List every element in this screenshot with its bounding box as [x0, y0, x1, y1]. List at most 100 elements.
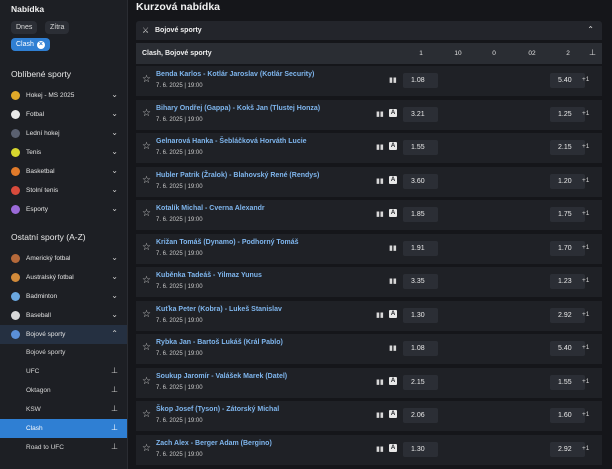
sidebar-subitem[interactable]: Oktagon ⊥ — [0, 381, 127, 400]
match-row[interactable]: ☆ Soukup Jaromír - Valášek Marek (Datel)… — [136, 367, 602, 398]
chevron-down-icon[interactable]: ⌄ — [111, 291, 118, 300]
match-name[interactable]: Bihary Ondřej (Gappa) - Kokš Jan (Tluste… — [156, 105, 320, 112]
match-name[interactable]: Kuběnka Tadeáš - Yilmaz Yunus — [156, 272, 262, 279]
star-icon[interactable]: ☆ — [142, 309, 151, 320]
stats-icon[interactable]: ▮▮ — [376, 378, 384, 386]
odds-home-button[interactable]: 1.55 — [403, 140, 438, 155]
stats-icon[interactable]: ▮▮ — [376, 445, 384, 453]
match-row[interactable]: ☆ Kuběnka Tadeáš - Yilmaz Yunus 7. 6. 20… — [136, 267, 602, 297]
chip-filter-clash[interactable]: Clash × — [11, 38, 50, 51]
sidebar-item-favorite[interactable]: Esporty ⌄ — [0, 200, 127, 219]
star-icon[interactable]: ☆ — [142, 376, 151, 387]
pin-icon[interactable]: ⊥ — [111, 442, 118, 451]
star-icon[interactable]: ☆ — [142, 443, 151, 454]
sidebar-item-other[interactable]: Bojové sporty ⌃ — [0, 325, 127, 344]
match-name[interactable]: Škop Josef (Tyson) - Zátorský Michal — [156, 406, 279, 413]
stats-icon[interactable]: ▮▮ — [389, 344, 397, 352]
stats-icon[interactable]: ▮▮ — [389, 244, 397, 252]
match-name[interactable]: Zach Alex - Berger Adam (Bergino) — [156, 440, 272, 447]
match-row[interactable]: ☆ Rybka Jan - Bartoš Lukáš (Král Pablo) … — [136, 334, 602, 364]
pin-icon[interactable]: ⊥ — [589, 48, 596, 57]
pin-icon[interactable]: ⊥ — [111, 423, 118, 432]
match-row[interactable]: ☆ Kuťka Peter (Kobra) - Lukeš Stanislav … — [136, 300, 602, 331]
odds-away-button[interactable]: 1.60 — [550, 408, 585, 423]
chevron-up-icon[interactable]: ⌃ — [111, 329, 118, 338]
match-name[interactable]: Kotalík Michal - Cverna Alexandr — [156, 205, 265, 212]
more-markets-link[interactable]: +1 — [582, 210, 589, 217]
star-icon[interactable]: ☆ — [142, 275, 151, 286]
odds-home-button[interactable]: 3.35 — [403, 274, 438, 289]
match-name[interactable]: Rybka Jan - Bartoš Lukáš (Král Pablo) — [156, 339, 283, 346]
sidebar-subitem[interactable]: KSW ⊥ — [0, 400, 127, 419]
star-icon[interactable]: ☆ — [142, 208, 151, 219]
star-icon[interactable]: ☆ — [142, 342, 151, 353]
match-row[interactable]: ☆ Bihary Ondřej (Gappa) - Kokš Jan (Tlus… — [136, 99, 602, 130]
stats-icon[interactable]: ▮▮ — [376, 143, 384, 151]
stats-icon[interactable]: ▮▮ — [389, 76, 397, 84]
odds-home-button[interactable]: 2.06 — [403, 408, 438, 423]
odds-away-button[interactable]: 1.25 — [550, 106, 585, 122]
more-markets-link[interactable]: +1 — [582, 378, 589, 385]
match-row[interactable]: ☆ Križan Tomáš (Dynamo) - Podhorný Tomáš… — [136, 233, 602, 264]
more-markets-link[interactable]: +1 — [582, 311, 589, 318]
stats-icon[interactable]: ▮▮ — [376, 311, 384, 319]
star-icon[interactable]: ☆ — [142, 409, 151, 420]
close-icon[interactable]: × — [36, 41, 45, 49]
match-name[interactable]: Hubler Patrik (Žralok) - Blahovský René … — [156, 172, 319, 179]
sidebar-item-other[interactable]: Badminton ⌄ — [0, 287, 127, 306]
chevron-down-icon[interactable]: ⌄ — [111, 185, 118, 194]
chevron-down-icon[interactable]: ⌄ — [111, 204, 118, 213]
star-icon[interactable]: ☆ — [142, 74, 151, 85]
chevron-down-icon[interactable]: ⌄ — [111, 128, 118, 137]
more-markets-link[interactable]: +1 — [582, 110, 589, 117]
more-markets-link[interactable]: +1 — [582, 344, 589, 351]
stats-icon[interactable]: ▮▮ — [376, 110, 384, 118]
odds-away-button[interactable]: 5.40 — [550, 341, 585, 356]
match-row[interactable]: ☆ Benda Karlos - Kotlár Jaroslav (Kotlár… — [136, 66, 602, 96]
odds-home-button[interactable]: 3.21 — [403, 106, 438, 122]
more-markets-link[interactable]: +1 — [582, 76, 589, 83]
pin-icon[interactable]: ⊥ — [111, 366, 118, 375]
odds-home-button[interactable]: 1.08 — [403, 73, 438, 88]
star-icon[interactable]: ☆ — [142, 242, 151, 253]
odds-away-button[interactable]: 1.23 — [550, 274, 585, 289]
match-row[interactable]: ☆ Škop Josef (Tyson) - Zátorský Michal 7… — [136, 401, 602, 431]
chip-today[interactable]: Dnes — [11, 21, 38, 34]
odds-away-button[interactable]: 1.70 — [550, 240, 585, 256]
odds-away-button[interactable]: 1.75 — [550, 207, 585, 222]
sidebar-subitem[interactable]: UFC ⊥ — [0, 362, 127, 381]
odds-home-button[interactable]: 2.15 — [403, 374, 438, 390]
match-name[interactable]: Gelnarová Hanka - Šebláčková Horváth Luc… — [156, 138, 307, 145]
chevron-down-icon[interactable]: ⌄ — [111, 90, 118, 99]
more-markets-link[interactable]: +1 — [582, 277, 589, 284]
odds-home-button[interactable]: 3.60 — [403, 173, 438, 189]
sport-header-bar[interactable]: ⚔ Bojové sporty ⌃ — [136, 21, 602, 40]
sidebar-item-favorite[interactable]: Fotbal ⌄ — [0, 105, 127, 124]
chevron-up-icon[interactable]: ⌃ — [587, 25, 594, 34]
sidebar-item-other[interactable]: Americký fotbal ⌄ — [0, 249, 127, 268]
chevron-down-icon[interactable]: ⌄ — [111, 272, 118, 281]
more-markets-link[interactable]: +1 — [582, 143, 589, 150]
sidebar-subitem[interactable]: Road to UFC ⊥ — [0, 438, 127, 457]
odds-home-button[interactable]: 1.91 — [403, 240, 438, 256]
chevron-down-icon[interactable]: ⌄ — [111, 109, 118, 118]
chip-tomorrow[interactable]: Zítra — [45, 21, 70, 34]
more-markets-link[interactable]: +1 — [582, 177, 589, 184]
pin-icon[interactable]: ⊥ — [111, 385, 118, 394]
sidebar-item-favorite[interactable]: Stolní tenis ⌄ — [0, 181, 127, 200]
sidebar-item-favorite[interactable]: Hokej - MS 2025 ⌄ — [0, 86, 127, 105]
odds-home-button[interactable]: 1.30 — [403, 307, 438, 323]
sidebar-item-other[interactable]: Baseball ⌄ — [0, 306, 127, 325]
more-markets-link[interactable]: +1 — [582, 244, 589, 251]
sidebar-item-favorite[interactable]: Lední hokej ⌄ — [0, 124, 127, 143]
star-icon[interactable]: ☆ — [142, 141, 151, 152]
odds-away-button[interactable]: 2.92 — [550, 441, 585, 457]
sidebar-item-favorite[interactable]: Tenis ⌄ — [0, 143, 127, 162]
stats-icon[interactable]: ▮▮ — [376, 210, 384, 218]
odds-away-button[interactable]: 2.15 — [550, 140, 585, 155]
match-name[interactable]: Križan Tomáš (Dynamo) - Podhorný Tomáš — [156, 239, 298, 246]
match-name[interactable]: Soukup Jaromír - Valášek Marek (Datel) — [156, 373, 287, 380]
odds-away-button[interactable]: 1.55 — [550, 374, 585, 390]
odds-home-button[interactable]: 1.30 — [403, 441, 438, 457]
star-icon[interactable]: ☆ — [142, 175, 151, 186]
